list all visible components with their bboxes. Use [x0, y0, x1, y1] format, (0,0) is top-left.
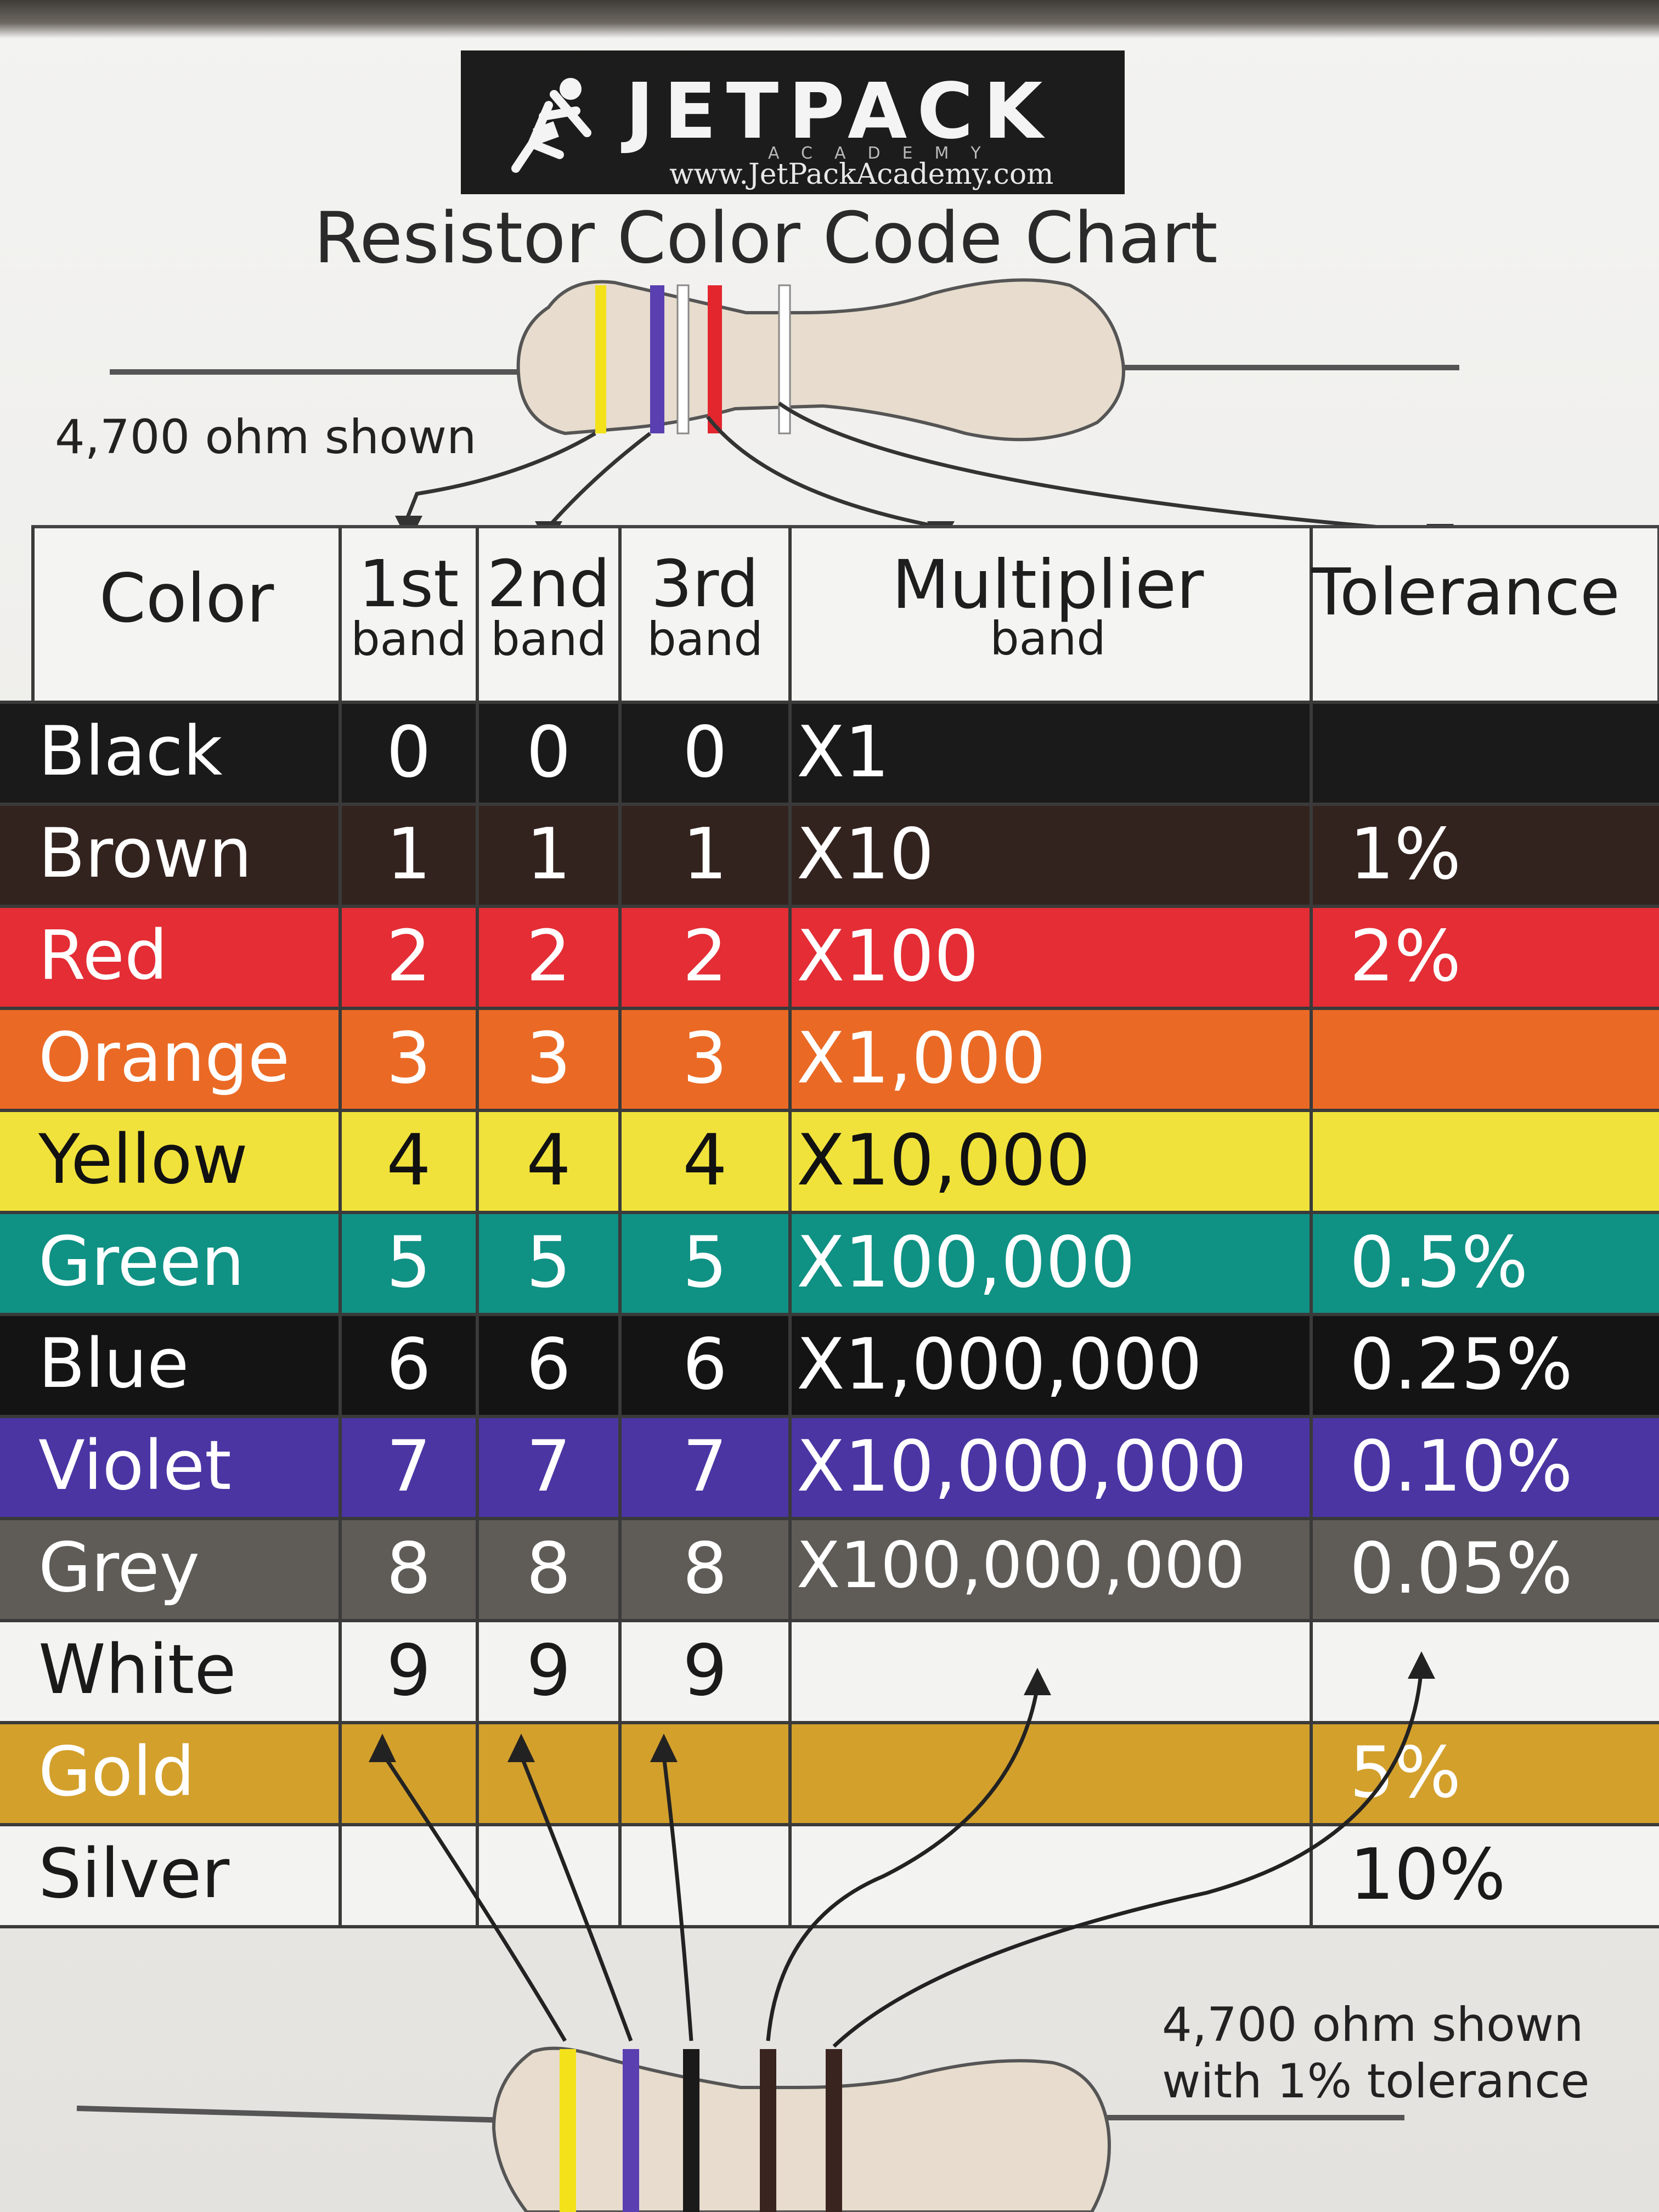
bottom-band-2 — [623, 2049, 639, 2212]
bottom-arrowheads — [369, 1651, 1435, 1762]
bottom-pointer-arrows — [382, 1673, 1423, 2048]
bottom-lead-left — [76, 2106, 511, 2123]
bottom-band-4 — [760, 2049, 776, 2212]
bottom-band-1 — [560, 2049, 576, 2212]
bottom-band-3 — [683, 2049, 699, 2212]
bottom-resistor-diagram — [76, 1651, 1435, 2212]
bottom-resistor-body — [492, 2046, 1111, 2212]
bottom-band-5 — [826, 2049, 842, 2212]
